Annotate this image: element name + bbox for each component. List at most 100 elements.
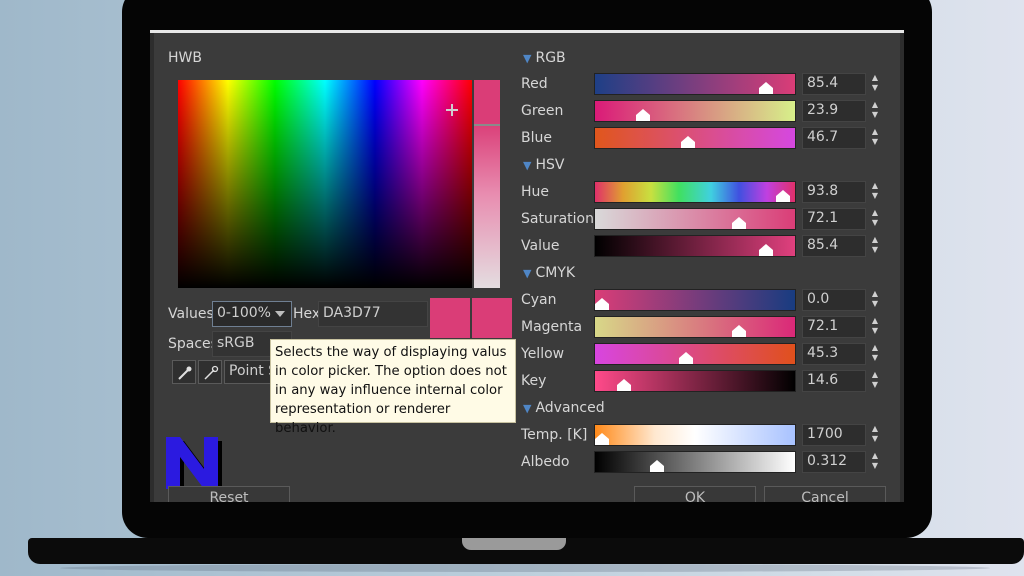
temperature-input[interactable]: 1700 [802, 424, 866, 446]
value-input[interactable]: 85.4 [802, 235, 866, 257]
magenta-spinner[interactable]: ▲ ▼ [868, 316, 882, 338]
crosshair-icon[interactable] [446, 104, 458, 116]
green-input[interactable]: 23.9 [802, 100, 866, 122]
laptop-notch [462, 538, 566, 550]
green-slider-handle[interactable] [635, 109, 650, 121]
blue-label: Blue [521, 130, 552, 146]
current-color-swatch [430, 298, 470, 338]
saturation-slider-handle[interactable] [732, 217, 747, 229]
yellow-slider-handle[interactable] [678, 352, 693, 364]
reset-button[interactable]: Reset [168, 486, 290, 502]
eyedropper-outline-icon [204, 365, 219, 380]
hex-input[interactable]: DA3D77 [318, 301, 428, 327]
green-label: Green [521, 103, 564, 119]
cyan-spinner[interactable]: ▲ ▼ [868, 289, 882, 311]
temperature-label: Temp. [K] [521, 427, 588, 443]
temperature-spinner[interactable]: ▲ ▼ [868, 424, 882, 446]
key-slider-handle[interactable] [617, 379, 632, 391]
collapse-triangle-icon: ▼ [523, 267, 532, 280]
saturation-spinner[interactable]: ▲ ▼ [868, 208, 882, 230]
albedo-label: Albedo [521, 454, 570, 470]
strip-marker[interactable] [474, 124, 500, 126]
hue-input[interactable]: 93.8 [802, 181, 866, 203]
red-label: Red [521, 76, 548, 92]
cyan-slider[interactable] [594, 289, 796, 311]
chevron-down-icon [275, 311, 285, 317]
albedo-spinner[interactable]: ▲ ▼ [868, 451, 882, 473]
hue-slider[interactable] [594, 181, 796, 203]
color-picker-dialog: HWB Values 0-100% Hex DA3D77 Spaces sRGB… [150, 30, 904, 502]
cyan-label: Cyan [521, 292, 557, 308]
rgb-section-title: RGB [535, 50, 566, 66]
hex-label: Hex [293, 306, 321, 322]
magenta-slider[interactable] [594, 316, 796, 338]
values-dropdown[interactable]: 0-100% [212, 301, 292, 327]
hue-label: Hue [521, 184, 550, 200]
magenta-label: Magenta [521, 319, 583, 335]
cancel-button[interactable]: Cancel [764, 486, 886, 502]
cmyk-section-header[interactable]: ▼ CMYK [523, 265, 575, 281]
blue-spinner[interactable]: ▲ ▼ [868, 127, 882, 149]
hsv-section-header[interactable]: ▼ HSV [523, 157, 564, 173]
magenta-input[interactable]: 72.1 [802, 316, 866, 338]
magenta-slider-handle[interactable] [732, 325, 747, 337]
value-slider-handle[interactable] [758, 244, 773, 256]
dialog-right-edge [900, 33, 904, 502]
green-slider[interactable] [594, 100, 796, 122]
saturation-input[interactable]: 72.1 [802, 208, 866, 230]
hue-spinner[interactable]: ▲ ▼ [868, 181, 882, 203]
yellow-slider[interactable] [594, 343, 796, 365]
cyan-slider-handle[interactable] [595, 298, 609, 310]
saturation-slider[interactable] [594, 208, 796, 230]
collapse-triangle-icon: ▼ [523, 402, 532, 415]
advanced-section-title: Advanced [535, 400, 605, 416]
saturation-label: Saturation [521, 211, 594, 227]
cyan-input[interactable]: 0.0 [802, 289, 866, 311]
red-input[interactable]: 85.4 [802, 73, 866, 95]
ok-button[interactable]: OK [634, 486, 756, 502]
blue-slider[interactable] [594, 127, 796, 149]
blue-slider-handle[interactable] [681, 136, 696, 148]
green-spinner[interactable]: ▲ ▼ [868, 100, 882, 122]
red-spinner[interactable]: ▲ ▼ [868, 73, 882, 95]
n-logo-icon [166, 437, 222, 493]
advanced-section-header[interactable]: ▼ Advanced [523, 400, 605, 416]
yellow-input[interactable]: 45.3 [802, 343, 866, 365]
key-slider[interactable] [594, 370, 796, 392]
dialog-top-edge [150, 30, 904, 33]
yellow-spinner[interactable]: ▲ ▼ [868, 343, 882, 365]
cmyk-section-title: CMYK [535, 265, 576, 281]
dialog-left-edge [150, 33, 154, 502]
hwb-title: HWB [168, 50, 202, 66]
value-spinner[interactable]: ▲ ▼ [868, 235, 882, 257]
temperature-slider[interactable] [594, 424, 796, 446]
eyedropper-button[interactable] [172, 360, 196, 384]
hue-slider-handle[interactable] [775, 190, 790, 202]
value-slider[interactable] [594, 235, 796, 257]
red-slider[interactable] [594, 73, 796, 95]
eyedropper-alt-button[interactable] [198, 360, 222, 384]
color-strip-slider[interactable] [474, 80, 500, 288]
collapse-triangle-icon: ▼ [523, 52, 532, 65]
temperature-slider-handle[interactable] [595, 433, 609, 445]
blue-input[interactable]: 46.7 [802, 127, 866, 149]
albedo-slider[interactable] [594, 451, 796, 473]
albedo-input[interactable]: 0.312 [802, 451, 866, 473]
spaces-label: Spaces [168, 336, 218, 352]
values-label: Values [168, 306, 214, 322]
key-input[interactable]: 14.6 [802, 370, 866, 392]
hsv-section-title: HSV [535, 157, 565, 173]
red-slider-handle[interactable] [758, 82, 773, 94]
eyedropper-icon [178, 366, 192, 380]
values-tooltip: Selects the way of displaying valus in c… [270, 339, 516, 436]
key-label: Key [521, 373, 547, 389]
yellow-label: Yellow [521, 346, 565, 362]
laptop-shadow [60, 564, 990, 572]
albedo-slider-handle[interactable] [650, 460, 665, 472]
value-label: Value [521, 238, 560, 254]
key-spinner[interactable]: ▲ ▼ [868, 370, 882, 392]
rgb-section-header[interactable]: ▼ RGB [523, 50, 566, 66]
previous-color-swatch[interactable] [472, 298, 512, 338]
color-field[interactable] [178, 80, 472, 288]
collapse-triangle-icon: ▼ [523, 159, 532, 172]
